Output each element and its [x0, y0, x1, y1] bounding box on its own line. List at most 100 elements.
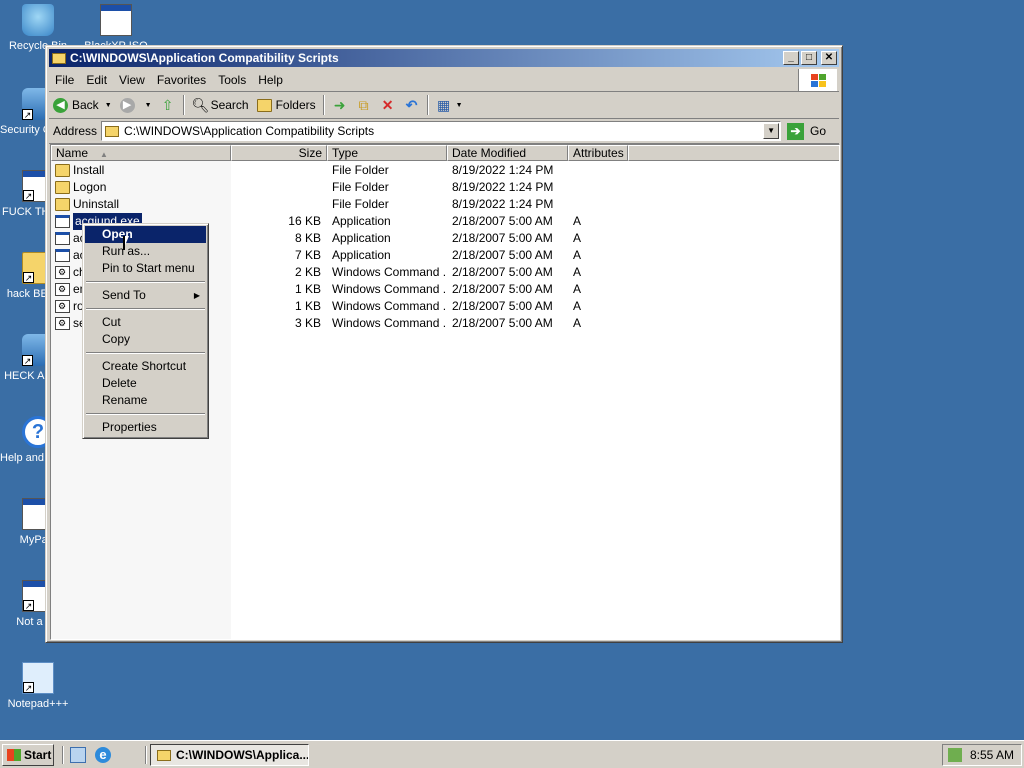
- file-attributes: A: [573, 282, 582, 296]
- context-menu-item[interactable]: Copy: [85, 331, 206, 348]
- mouse-cursor-icon: [123, 236, 135, 250]
- go-button[interactable]: ➔ Go: [787, 122, 827, 140]
- context-menu-item[interactable]: Create Shortcut: [85, 358, 206, 375]
- show-desktop-icon[interactable]: [70, 747, 86, 763]
- chevron-down-icon[interactable]: ▼: [456, 102, 463, 109]
- context-menu-item-label: Rename: [102, 393, 148, 407]
- chevron-down-icon[interactable]: ▼: [105, 102, 112, 109]
- file-row[interactable]: Logon File Folder 8/19/2022 1:24 PM: [51, 179, 839, 196]
- column-header-attributes[interactable]: Attributes: [568, 145, 628, 161]
- menu-tools[interactable]: Tools: [212, 73, 252, 87]
- menu-favorites[interactable]: Favorites: [151, 73, 212, 87]
- command-script-icon: [55, 264, 70, 281]
- chevron-down-icon[interactable]: ▼: [145, 102, 152, 109]
- up-folder-icon[interactable]: ⇧: [160, 97, 176, 113]
- folder-icon: [55, 181, 70, 194]
- maximize-button[interactable]: □: [801, 51, 817, 65]
- recycle-bin-icon: [22, 4, 54, 36]
- address-input[interactable]: C:\WINDOWS\Application Compatibility Scr…: [101, 121, 782, 141]
- forward-button[interactable]: ▶ ▼: [116, 94, 156, 116]
- file-type: File Folder: [332, 197, 389, 211]
- file-type: Windows Command ...: [332, 265, 446, 279]
- context-menu-item[interactable]: Open: [85, 226, 206, 243]
- file-type: File Folder: [332, 180, 389, 194]
- back-button[interactable]: ◀ Back ▼: [49, 94, 116, 116]
- menu-file[interactable]: File: [49, 73, 80, 87]
- menu-separator: [86, 352, 205, 354]
- views-icon[interactable]: ▦: [436, 97, 452, 113]
- sort-ascending-icon: ▲: [100, 150, 108, 159]
- context-menu-item[interactable]: Pin to Start menu: [85, 260, 206, 277]
- file-name: Install: [73, 163, 105, 177]
- context-menu-item[interactable]: Properties: [85, 419, 206, 436]
- menu-help[interactable]: Help: [252, 73, 289, 87]
- copy-to-icon[interactable]: ⧉: [356, 97, 372, 113]
- command-script-icon: [55, 298, 70, 315]
- menu-separator: [86, 281, 205, 283]
- chevron-down-icon[interactable]: ▼: [763, 123, 780, 139]
- context-menu-item[interactable]: Delete: [85, 375, 206, 392]
- search-icon: 🔍︎: [191, 97, 210, 113]
- notepad-icon: ↗: [22, 662, 54, 694]
- network-icon[interactable]: [948, 748, 962, 762]
- file-name-cell[interactable]: Install: [55, 162, 231, 179]
- menu-bar: File Edit View Favorites Tools Help: [49, 69, 839, 92]
- application-icon: [55, 232, 70, 245]
- windows-logo-icon: [798, 69, 837, 91]
- delete-icon[interactable]: ✕: [380, 97, 396, 113]
- menu-edit[interactable]: Edit: [80, 73, 113, 87]
- folder-icon: [55, 164, 70, 177]
- taskbar-divider: [145, 746, 147, 764]
- start-button[interactable]: Start: [2, 744, 54, 766]
- file-size: 7 KB: [294, 248, 321, 262]
- column-header-size[interactable]: Size: [231, 145, 327, 161]
- context-menu-item[interactable]: Cut: [85, 314, 206, 331]
- file-attributes: A: [573, 299, 582, 313]
- folders-button[interactable]: Folders: [253, 94, 320, 116]
- minimize-button[interactable]: _: [783, 51, 799, 65]
- taskbar-window-label: C:\WINDOWS\Applica...: [176, 748, 309, 762]
- move-to-icon[interactable]: ➜: [332, 97, 348, 113]
- toolbar-separator: [322, 95, 325, 115]
- file-type: Application: [332, 214, 391, 228]
- file-name-cell[interactable]: Logon: [55, 179, 231, 196]
- file-date: 8/19/2022 1:24 PM: [452, 197, 554, 211]
- desktop-icon-label: Notepad+++: [7, 698, 69, 710]
- folder-icon: [157, 749, 171, 761]
- title-bar[interactable]: C:\WINDOWS\Application Compatibility Scr…: [49, 49, 839, 67]
- file-type: Windows Command ...: [332, 316, 446, 330]
- clock[interactable]: 8:55 AM: [970, 748, 1014, 762]
- column-header-date-modified[interactable]: Date Modified: [447, 145, 568, 161]
- file-row[interactable]: Install File Folder 8/19/2022 1:24 PM: [51, 162, 839, 179]
- context-menu-item[interactable]: Rename: [85, 392, 206, 409]
- context-menu-item-label: Cut: [102, 315, 121, 329]
- menu-view[interactable]: View: [113, 73, 151, 87]
- column-header-type[interactable]: Type: [327, 145, 447, 161]
- application-icon: [55, 249, 70, 262]
- file-attributes: A: [573, 316, 582, 330]
- forward-arrow-icon: ▶: [119, 97, 135, 113]
- column-header-filler: [628, 145, 839, 161]
- context-menu-item[interactable]: Run as...: [85, 243, 206, 260]
- go-label: Go: [810, 124, 827, 138]
- file-date: 2/18/2007 5:00 AM: [452, 316, 553, 330]
- menu-separator: [86, 308, 205, 310]
- go-arrow-icon: ➔: [787, 122, 805, 140]
- file-attributes: A: [573, 248, 582, 262]
- desktop-icon-notepad[interactable]: ↗ Notepad+++: [0, 662, 76, 711]
- context-menu-item[interactable]: Send To ▶: [85, 287, 206, 304]
- search-button[interactable]: 🔍︎ Search: [188, 94, 253, 116]
- file-date: 2/18/2007 5:00 AM: [452, 265, 553, 279]
- undo-icon[interactable]: ↶: [404, 97, 420, 113]
- toolbar-separator: [182, 95, 185, 115]
- context-menu-item-label: Create Shortcut: [102, 359, 187, 373]
- close-button[interactable]: ✕: [821, 51, 837, 65]
- file-row[interactable]: Uninstall File Folder 8/19/2022 1:24 PM: [51, 196, 839, 213]
- context-menu-item-label: Properties: [102, 420, 157, 434]
- file-name-cell[interactable]: Uninstall: [55, 196, 231, 213]
- taskbar-window-button[interactable]: C:\WINDOWS\Applica...: [150, 744, 309, 766]
- windows-flag-icon: [7, 749, 21, 761]
- internet-explorer-icon[interactable]: e: [95, 747, 111, 763]
- column-header-name[interactable]: Name ▲: [51, 145, 231, 161]
- file-size: 1 KB: [294, 282, 321, 296]
